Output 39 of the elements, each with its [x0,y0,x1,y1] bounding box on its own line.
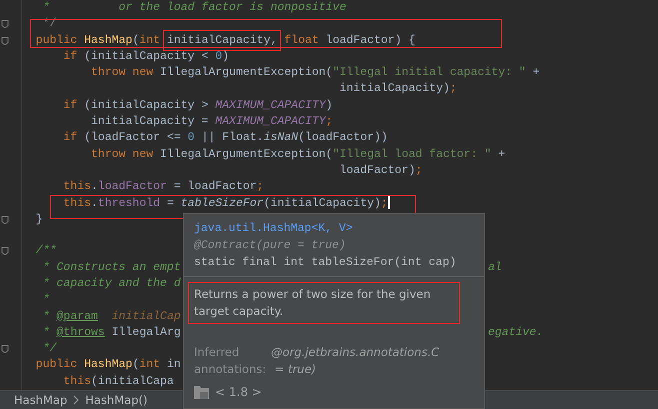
breadcrumb-item[interactable]: HashMap [14,393,68,408]
signature-text: @Contract(pure = true) [194,238,347,254]
fold-marker-icon[interactable] [1,20,9,28]
code-line: * @param initialCap [42,308,181,325]
code-line: this.loadFactor = loadFactor; [62,179,264,196]
code-line: if (loadFactor <= 0 || Float.isNaN(loadFactor)) [62,130,388,146]
code-line: egative. [488,324,544,341]
code-line: throw new IllegalArgumentException("Illegal initial capacity: " + [90,65,540,82]
inferred-value: @org.jetbrains.annotations.C = true) [271,344,440,378]
fold-marker-icon[interactable] [1,345,9,354]
code-line: loadFactor); [338,162,422,179]
code-line: /** [34,243,57,260]
code-line: * Constructs an empt [42,260,181,276]
code-line: public HashMap(int initialCapacity, float loadFactor) { [22,32,416,49]
class-link[interactable]: java.util.HashMap<K, V> [194,220,474,237]
breadcrumb-item[interactable]: HashMap() [85,393,148,408]
chevron-icon [73,395,80,406]
library-icon [194,384,209,399]
code-line: al [488,260,502,276]
code-line: this(initialCapa [62,374,174,390]
fold-marker-icon[interactable] [1,247,9,256]
code-line: throw new IllegalArgumentException("Illegal load factor: " + [90,146,506,163]
description-text: Returns a power of two size for the given target capacity. [194,286,432,320]
inferred-label: Inferred annotations: [194,344,268,378]
code-line: */ [42,341,57,358]
code-line: if (initialCapacity > MAXIMUM_CAPACITY) [62,98,333,114]
code-line: if (initialCapacity < 0) [62,48,230,65]
code-line: initialCapacity = MAXIMUM_CAPACITY; [90,114,333,130]
code-line: * @throws IllegalArg [42,324,181,341]
signature-text: static final int tableSizeFor(int cap) [194,255,458,271]
code-line: * capacity and the d [42,276,181,292]
code-line: } [34,212,43,228]
code-line: public HashMap(int in [34,357,181,374]
version-label: < 1.8 > [215,384,262,398]
fold-marker-icon[interactable] [1,36,9,45]
code-line: * or the load factor is nonpositive [42,0,346,16]
fold-marker-icon[interactable] [1,216,9,224]
code-line: * [42,292,50,308]
code-line: initialCapacity); [338,81,457,98]
